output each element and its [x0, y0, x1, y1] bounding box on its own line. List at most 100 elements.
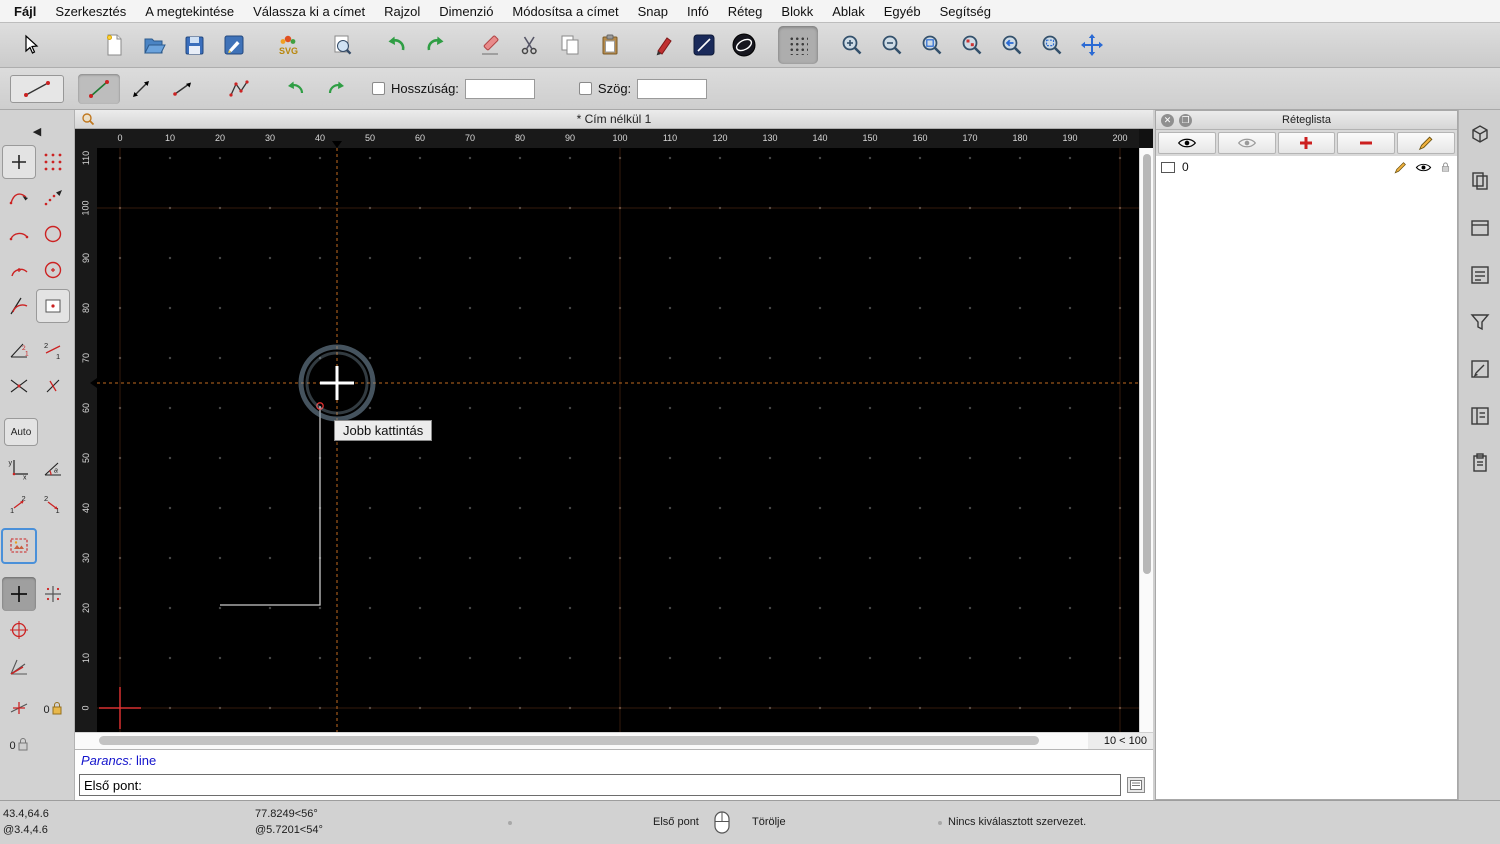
zoom-auto-icon[interactable]: [912, 26, 952, 64]
undo-icon[interactable]: [376, 26, 416, 64]
menu-item[interactable]: A megtekintése: [145, 4, 234, 19]
menu-item[interactable]: Réteg: [728, 4, 763, 19]
delete-entities-icon[interactable]: [470, 26, 510, 64]
menu-item[interactable]: Blokk: [781, 4, 813, 19]
document-tab-title[interactable]: * Cím nélkül 1: [75, 112, 1153, 126]
menu-item[interactable]: Ablak: [832, 4, 865, 19]
image-select-tool-button[interactable]: [1, 528, 37, 564]
length-checkbox[interactable]: [372, 82, 385, 95]
order-1-2-tool-button[interactable]: 12: [2, 487, 36, 521]
line-horizontal-icon[interactable]: [162, 74, 204, 104]
circle-tool-button[interactable]: [36, 217, 70, 251]
menu-item[interactable]: Rajzol: [384, 4, 420, 19]
edit-layer-pencil-icon[interactable]: [1397, 132, 1455, 154]
dock-pen-palette-icon[interactable]: [1468, 357, 1492, 381]
menu-item[interactable]: Snap: [638, 4, 668, 19]
edit-drawing-icon[interactable]: [214, 26, 254, 64]
polyline-icon[interactable]: [218, 74, 260, 104]
menu-item[interactable]: Válassza ki a címet: [253, 4, 365, 19]
layer-edit-pencil-icon[interactable]: [1393, 160, 1408, 175]
arc-tool-button[interactable]: [2, 217, 36, 251]
remove-layer-minus-icon[interactable]: [1337, 132, 1396, 154]
hide-all-layers-eye-icon[interactable]: [1217, 132, 1276, 154]
dock-window-icon[interactable]: [1468, 216, 1492, 240]
spline-tool-button[interactable]: [2, 181, 36, 215]
points-grid-tool-button[interactable]: [36, 145, 70, 179]
menu-item[interactable]: Szerkesztés: [55, 4, 126, 19]
layer-row[interactable]: 0: [1156, 156, 1457, 178]
snap-center-button[interactable]: [2, 613, 36, 647]
dock-command-history-icon[interactable]: [1468, 263, 1492, 287]
svg-export-icon[interactable]: SVG: [268, 26, 308, 64]
drawing-canvas[interactable]: Jobb kattintás: [97, 148, 1139, 732]
dock-selection-filter-icon[interactable]: [1468, 310, 1492, 334]
cut-icon[interactable]: [510, 26, 550, 64]
zoom-previous-icon[interactable]: [952, 26, 992, 64]
tangent-arc-tool-button[interactable]: [2, 289, 36, 323]
close-panel-icon[interactable]: ✕: [1161, 113, 1174, 127]
show-all-layers-eye-icon[interactable]: [1158, 132, 1216, 154]
menu-item[interactable]: Segítség: [940, 4, 991, 19]
copy-icon[interactable]: [550, 26, 590, 64]
float-panel-icon[interactable]: ❐: [1179, 113, 1192, 127]
horizontal-scrollbar[interactable]: [75, 732, 1088, 749]
line-attributes-icon[interactable]: [684, 26, 724, 64]
grid-toggle-icon[interactable]: [778, 26, 818, 64]
redo-icon[interactable]: [416, 26, 456, 64]
layer-eye-icon[interactable]: [1415, 161, 1432, 174]
length-input[interactable]: [464, 78, 535, 99]
collapse-arrow-icon[interactable]: ◀: [0, 118, 74, 144]
snap-free-button[interactable]: [2, 577, 36, 611]
add-layer-plus-icon[interactable]: [1277, 132, 1336, 154]
open-file-icon[interactable]: [134, 26, 174, 64]
line-two-points-icon[interactable]: [78, 73, 120, 104]
cross-line-tool-button[interactable]: [2, 369, 36, 403]
menu-item[interactable]: Egyéb: [884, 4, 921, 19]
snap-angle-button[interactable]: [2, 649, 36, 683]
angle-a-tool-button[interactable]: a: [36, 451, 70, 485]
menu-item[interactable]: Infó: [687, 4, 709, 19]
vertical-scrollbar[interactable]: [1139, 148, 1153, 732]
circle-center-tool-button[interactable]: [36, 253, 70, 287]
angle-input[interactable]: [637, 78, 708, 99]
two-one-tool-button[interactable]: 21: [36, 333, 70, 367]
pen-attributes-icon[interactable]: [644, 26, 684, 64]
command-options-button[interactable]: [1127, 777, 1145, 793]
menu-item[interactable]: Fájl: [14, 4, 36, 19]
point-tool-button[interactable]: [2, 145, 36, 179]
paste-icon[interactable]: [590, 26, 630, 64]
arc-center-tool-button[interactable]: [2, 253, 36, 287]
xy-ortho-tool-button[interactable]: yx: [2, 451, 36, 485]
rect-point-tool-button[interactable]: [36, 289, 70, 323]
angle-lines-tool-button[interactable]: 21: [2, 333, 36, 367]
dock-clipboard-icon[interactable]: [1468, 451, 1492, 475]
zoom-in-icon[interactable]: [832, 26, 872, 64]
snap-grid-button[interactable]: [36, 577, 70, 611]
relative-zero-button[interactable]: 0: [2, 727, 36, 761]
tick-line-tool-button[interactable]: [36, 369, 70, 403]
command-input[interactable]: Első pont:: [79, 774, 1121, 796]
layer-visibility-checkbox[interactable]: [1161, 161, 1175, 173]
layer-lock-icon[interactable]: [1439, 160, 1452, 174]
dock-library-icon[interactable]: [1468, 169, 1492, 193]
ellipse-attributes-icon[interactable]: [724, 26, 764, 64]
auto-snap-button[interactable]: Auto: [4, 418, 38, 446]
zoom-pan-icon[interactable]: [1072, 26, 1112, 64]
horizontal-scrollbar-thumb[interactable]: [99, 736, 1039, 745]
zoom-window-icon[interactable]: [1032, 26, 1072, 64]
zoom-back-icon[interactable]: [992, 26, 1032, 64]
line-angle-icon[interactable]: [120, 74, 162, 104]
menu-item[interactable]: Dimenzió: [439, 4, 493, 19]
new-document-icon[interactable]: [94, 26, 134, 64]
freehand-points-tool-button[interactable]: [36, 181, 70, 215]
lock-zero-button[interactable]: 0: [36, 691, 70, 725]
cursor-arrow-icon[interactable]: [10, 26, 50, 64]
menu-item[interactable]: Módosítsa a címet: [512, 4, 618, 19]
vertical-scrollbar-thumb[interactable]: [1143, 154, 1151, 574]
dock-properties-icon[interactable]: [1468, 404, 1492, 428]
current-tool-line-icon[interactable]: [10, 74, 64, 103]
zoom-out-icon[interactable]: [872, 26, 912, 64]
angle-checkbox[interactable]: [578, 82, 592, 95]
snap-entity-button[interactable]: [2, 691, 36, 725]
print-preview-icon[interactable]: [322, 26, 362, 64]
